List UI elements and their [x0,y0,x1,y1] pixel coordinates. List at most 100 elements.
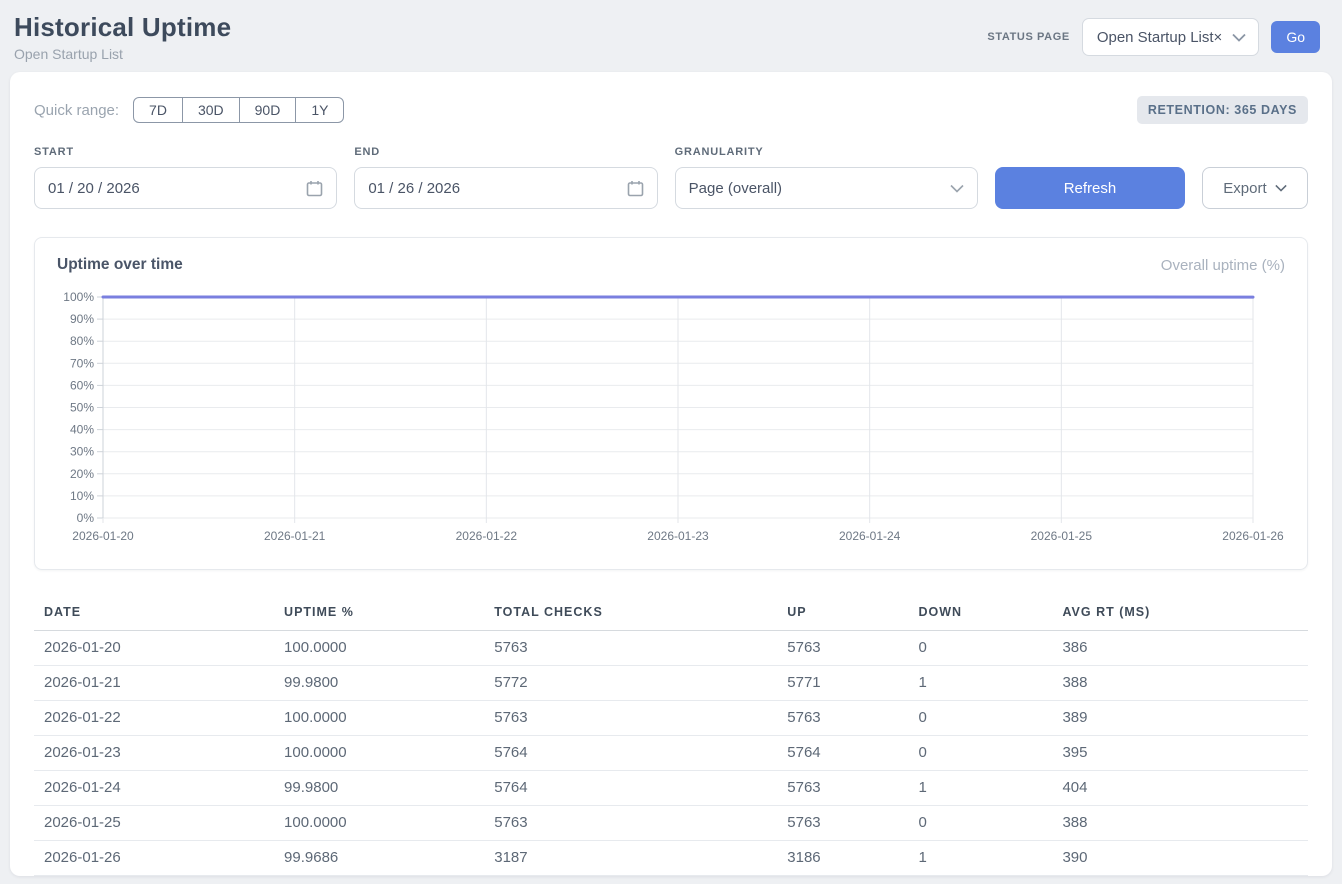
table-cell: 0 [910,736,1054,771]
column-header-uptime: UPTIME % [276,596,486,631]
header-actions: STATUS PAGE Open Startup List× Go [987,18,1320,56]
quick-range-1y[interactable]: 1Y [295,97,344,123]
table-cell: 395 [1054,736,1308,771]
svg-text:0%: 0% [77,511,95,525]
table-header-row: DATE UPTIME % TOTAL CHECKS UP DOWN AVG R… [34,596,1308,631]
table-row: 2026-01-20100.0000576357630386 [34,631,1308,666]
table-cell: 390 [1054,841,1308,876]
table-cell: 99.9800 [276,771,486,806]
chevron-down-icon [1275,184,1287,192]
table-cell: 5764 [779,736,910,771]
svg-text:10%: 10% [70,489,94,503]
end-date-input[interactable]: 01 / 26 / 2026 [354,167,657,209]
table-cell: 5763 [779,631,910,666]
table-cell: 2026-01-25 [34,806,276,841]
table-cell: 0 [910,631,1054,666]
table-cell: 100.0000 [276,701,486,736]
granularity-selected-value: Page (overall) [689,180,782,197]
svg-text:80%: 80% [70,334,94,348]
table-cell: 2026-01-20 [34,631,276,666]
start-date-input[interactable]: 01 / 20 / 2026 [34,167,337,209]
quick-range-label: Quick range: [34,102,119,119]
table-cell: 388 [1054,806,1308,841]
table-cell: 2026-01-22 [34,701,276,736]
table-cell: 5763 [486,631,779,666]
table-cell: 5763 [779,701,910,736]
quick-range-30d[interactable]: 30D [182,97,240,123]
table-row: 2026-01-2699.9686318731861390 [34,841,1308,876]
export-button-label: Export [1223,180,1266,197]
table-cell: 1 [910,771,1054,806]
table-cell: 3186 [779,841,910,876]
granularity-field: GRANULARITY Page (overall) [675,146,978,209]
refresh-button[interactable]: Refresh [995,167,1185,209]
column-header-total: TOTAL CHECKS [486,596,779,631]
svg-text:2026-01-26: 2026-01-26 [1222,529,1284,543]
table-cell: 5771 [779,666,910,701]
go-button[interactable]: Go [1271,21,1320,53]
svg-text:90%: 90% [70,312,94,326]
svg-text:2026-01-25: 2026-01-25 [1031,529,1093,543]
table-cell: 0 [910,806,1054,841]
calendar-icon[interactable] [627,180,644,197]
table-cell: 100.0000 [276,736,486,771]
table-cell: 5772 [486,666,779,701]
granularity-label: GRANULARITY [675,146,978,158]
uptime-table-body: 2026-01-20100.00005763576303862026-01-21… [34,631,1308,876]
table-cell: 386 [1054,631,1308,666]
table-cell: 404 [1054,771,1308,806]
table-cell: 2026-01-21 [34,666,276,701]
table-cell: 5763 [486,701,779,736]
start-date-field: START 01 / 20 / 2026 [34,146,337,209]
page-subtitle: Open Startup List [14,46,231,62]
svg-text:2026-01-22: 2026-01-22 [456,529,518,543]
table-cell: 100.0000 [276,806,486,841]
column-header-date: DATE [34,596,276,631]
svg-text:2026-01-21: 2026-01-21 [264,529,326,543]
chevron-down-icon [950,184,964,193]
table-cell: 5763 [486,806,779,841]
export-button[interactable]: Export [1202,167,1308,209]
chevron-down-icon [1232,33,1246,42]
top-header: Historical Uptime Open Startup List STAT… [0,0,1342,72]
table-cell: 1 [910,841,1054,876]
table-cell: 1 [910,666,1054,701]
quick-range-7d[interactable]: 7D [133,97,183,123]
table-cell: 5763 [779,806,910,841]
svg-text:100%: 100% [63,290,94,304]
table-cell: 100.0000 [276,631,486,666]
table-cell: 389 [1054,701,1308,736]
status-page-select[interactable]: Open Startup List× [1082,18,1260,56]
table-row: 2026-01-2199.9800577257711388 [34,666,1308,701]
chart-legend: Overall uptime (%) [1161,257,1285,274]
granularity-select[interactable]: Page (overall) [675,167,978,209]
quick-range-90d[interactable]: 90D [239,97,297,123]
main-panel: Quick range: 7D30D90D1Y RETENTION: 365 D… [10,72,1332,876]
svg-text:2026-01-24: 2026-01-24 [839,529,901,543]
column-header-down: DOWN [910,596,1054,631]
uptime-table: DATE UPTIME % TOTAL CHECKS UP DOWN AVG R… [34,596,1308,876]
table-cell: 388 [1054,666,1308,701]
table-cell: 5764 [486,736,779,771]
column-header-up: UP [779,596,910,631]
table-cell: 99.9686 [276,841,486,876]
column-header-avgrt: AVG RT (MS) [1054,596,1308,631]
table-row: 2026-01-23100.0000576457640395 [34,736,1308,771]
filter-form: START 01 / 20 / 2026 END 01 / 26 / 2026 … [34,146,1308,209]
table-cell: 2026-01-23 [34,736,276,771]
chart-title: Uptime over time [57,256,183,274]
quick-range-group: 7D30D90D1Y [133,97,344,123]
svg-text:60%: 60% [70,378,94,392]
table-cell: 99.9800 [276,666,486,701]
svg-text:2026-01-23: 2026-01-23 [647,529,709,543]
table-cell: 5763 [779,771,910,806]
uptime-chart: 0%10%20%30%40%50%60%70%80%90%100%2026-01… [57,288,1285,553]
svg-text:40%: 40% [70,423,94,437]
status-page-label: STATUS PAGE [987,31,1069,43]
title-block: Historical Uptime Open Startup List [14,12,231,62]
calendar-icon[interactable] [306,180,323,197]
start-date-value: 01 / 20 / 2026 [48,180,140,197]
uptime-chart-card: Uptime over time Overall uptime (%) 0% 10… [34,237,1308,570]
page-title: Historical Uptime [14,12,231,43]
table-cell: 2026-01-24 [34,771,276,806]
